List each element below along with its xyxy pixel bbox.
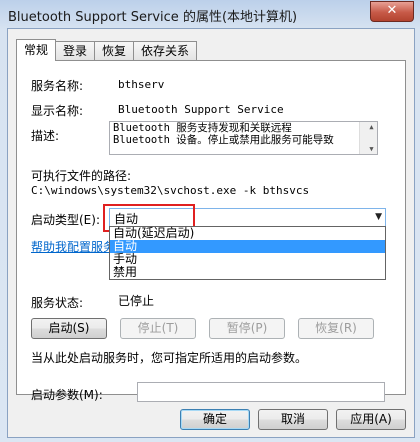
- dropdown-option-disabled[interactable]: 禁用: [110, 266, 385, 279]
- general-tab-page: 服务名称: bthserv 显示名称: Bluetooth Support Se…: [16, 60, 406, 402]
- start-button[interactable]: 启动(S): [31, 318, 107, 339]
- startup-type-dropdown: 自动(延迟启动) 自动 手动 禁用: [109, 226, 386, 280]
- dropdown-option-auto-delayed[interactable]: 自动(延迟启动): [110, 227, 385, 240]
- display-name-value: Bluetooth Support Service: [118, 103, 284, 116]
- tab-logon[interactable]: 登录: [55, 41, 96, 60]
- properties-window: Bluetooth Support Service 的属性(本地计算机) ✕ 常…: [0, 0, 420, 442]
- display-name-label: 显示名称:: [31, 104, 84, 118]
- window-title: Bluetooth Support Service 的属性(本地计算机): [8, 10, 298, 25]
- ok-button[interactable]: 确定: [180, 409, 250, 430]
- service-status-label: 服务状态:: [31, 296, 84, 310]
- dropdown-option-auto[interactable]: 自动: [110, 240, 385, 253]
- dropdown-option-manual[interactable]: 手动: [110, 253, 385, 266]
- stop-button[interactable]: 停止(T): [120, 318, 196, 339]
- tab-recovery[interactable]: 恢复: [94, 41, 135, 60]
- scroll-down-icon[interactable]: ▼: [363, 144, 377, 154]
- service-status-value: 已停止: [118, 294, 155, 308]
- cancel-button[interactable]: 取消: [258, 409, 328, 430]
- close-icon: ✕: [386, 3, 398, 18]
- start-params-label: 启动参数(M):: [31, 388, 103, 402]
- service-name-value: bthserv: [118, 78, 165, 91]
- exe-path-value: C:\windows\system32\svchost.exe -k bthsv…: [31, 184, 310, 197]
- chevron-down-icon[interactable]: ▼: [375, 212, 382, 222]
- resume-button[interactable]: 恢复(R): [298, 318, 374, 339]
- close-button[interactable]: ✕: [370, 1, 414, 22]
- title-bar[interactable]: Bluetooth Support Service 的属性(本地计算机) ✕: [0, 0, 420, 28]
- start-params-input[interactable]: [137, 382, 385, 402]
- description-line: Bluetooth 服务支持发现和关联远程: [113, 122, 292, 134]
- dialog-client-area: 常规 登录 恢复 依存关系 服务名称: bthserv 显示名称: Blueto…: [7, 28, 415, 438]
- description-box[interactable]: Bluetooth 服务支持发现和关联远程 Bluetooth 设备。停止或禁用…: [109, 121, 378, 155]
- pause-button[interactable]: 暂停(P): [209, 318, 285, 339]
- description-scrollbar[interactable]: ▲ ▼: [359, 122, 377, 154]
- description-label: 描述:: [31, 129, 60, 143]
- tab-strip: 常规 登录 恢复 依存关系: [16, 39, 198, 61]
- start-params-hint: 当从此处启动服务时，您可指定所适用的启动参数。: [31, 351, 308, 365]
- exe-path-label: 可执行文件的路径:: [31, 169, 132, 183]
- tab-general[interactable]: 常规: [16, 39, 57, 61]
- service-name-label: 服务名称:: [31, 79, 84, 93]
- tab-dependencies[interactable]: 依存关系: [133, 41, 198, 60]
- description-line: Bluetooth 设备。停止或禁用此服务可能导致: [113, 134, 334, 146]
- apply-button[interactable]: 应用(A): [336, 409, 406, 430]
- startup-type-label: 启动类型(E):: [31, 213, 100, 227]
- scroll-up-icon[interactable]: ▲: [363, 122, 377, 132]
